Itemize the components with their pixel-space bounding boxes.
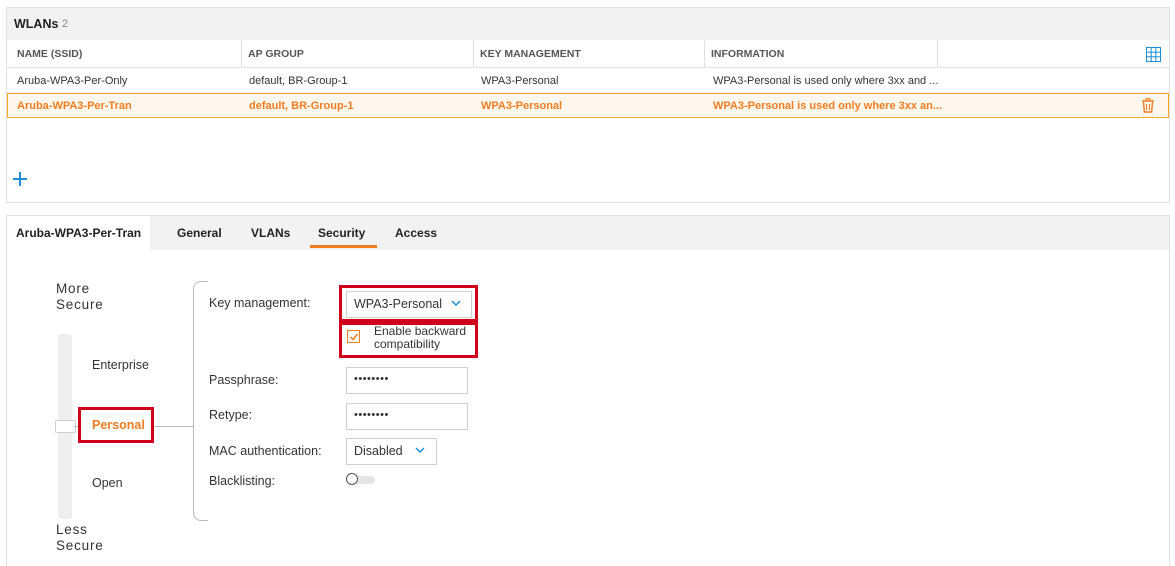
retype-label: Retype: [209, 408, 253, 422]
row-1-ap-group: default, BR-Group-1 [249, 75, 348, 87]
tab-security[interactable]: Security [318, 226, 365, 240]
column-header-key-management[interactable]: KEY MANAGEMENT [480, 41, 581, 67]
wlans-header: WLANs 2 [7, 8, 1169, 40]
connector-line [154, 426, 194, 427]
backward-compat-checkbox[interactable] [347, 330, 360, 343]
key-management-label: Key management: [209, 296, 311, 310]
wlan-name-tab: Aruba-WPA3-Per-Tran [7, 216, 150, 250]
wlan-detail-panel: Aruba-WPA3-Per-Tran General VLANs Securi… [6, 215, 1170, 566]
more-secure-label-line2: Secure [56, 297, 104, 312]
row-2-information: WPA3-Personal is used only where 3xx an.… [713, 100, 943, 112]
blacklisting-label: Blacklisting: [209, 474, 275, 488]
level-personal[interactable]: Personal [92, 418, 145, 432]
column-header-name[interactable]: NAME (SSID) [17, 41, 82, 67]
header-divider [7, 67, 1169, 68]
tab-general[interactable]: General [177, 226, 222, 240]
row-2-name[interactable]: Aruba-WPA3-Per-Tran [17, 100, 132, 112]
trash-icon[interactable] [1141, 98, 1155, 113]
wlans-title: WLANs [14, 17, 59, 31]
row-2-key-management: WPA3-Personal [481, 100, 563, 112]
tab-vlans[interactable]: VLANs [251, 226, 290, 240]
column-divider [473, 41, 474, 67]
chevron-down-icon[interactable] [415, 443, 425, 457]
backward-compat-label: Enable backward compatibility [374, 325, 466, 351]
tabs-bar: Aruba-WPA3-Per-Tran General VLANs Securi… [7, 216, 1169, 250]
wlans-panel: WLANs 2 NAME (SSID) AP GROUP KEY MANAGEM… [6, 7, 1170, 203]
settings-bracket [193, 281, 208, 521]
row-2-ap-group: default, BR-Group-1 [249, 100, 354, 112]
row-1-key-management: WPA3-Personal [481, 75, 559, 87]
less-secure-label-line1: Less [56, 522, 88, 537]
tab-access[interactable]: Access [395, 226, 437, 240]
level-enterprise[interactable]: Enterprise [92, 358, 149, 372]
more-secure-label-line1: More [56, 281, 90, 296]
wlan-name-label: Aruba-WPA3-Per-Tran [16, 226, 142, 240]
key-management-highlight-box [339, 285, 478, 322]
backward-compat-label-line2: compatibility [374, 337, 441, 351]
plus-icon[interactable] [12, 171, 28, 187]
passphrase-input[interactable]: •••••••• [346, 367, 468, 394]
security-level-slider-handle[interactable] [55, 420, 76, 433]
active-tab-indicator [310, 245, 377, 248]
column-divider [704, 41, 705, 67]
retype-input[interactable]: •••••••• [346, 403, 468, 430]
column-divider [937, 41, 938, 67]
less-secure-label-line2: Secure [56, 538, 104, 553]
column-header-information[interactable]: INFORMATION [711, 41, 784, 67]
wlans-count: 2 [62, 18, 69, 30]
table-row-selected[interactable] [7, 93, 1169, 118]
column-header-ap-group[interactable]: AP GROUP [248, 41, 304, 67]
mac-authentication-label: MAC authentication: [209, 444, 322, 458]
blacklisting-toggle[interactable] [346, 473, 358, 485]
grid-icon[interactable] [1146, 47, 1161, 62]
level-open[interactable]: Open [92, 476, 123, 490]
passphrase-label: Passphrase: [209, 373, 279, 387]
row-1-information: WPA3-Personal is used only where 3xx and… [713, 75, 939, 87]
column-divider [241, 41, 242, 67]
row-1-name[interactable]: Aruba-WPA3-Per-Only [17, 75, 127, 87]
